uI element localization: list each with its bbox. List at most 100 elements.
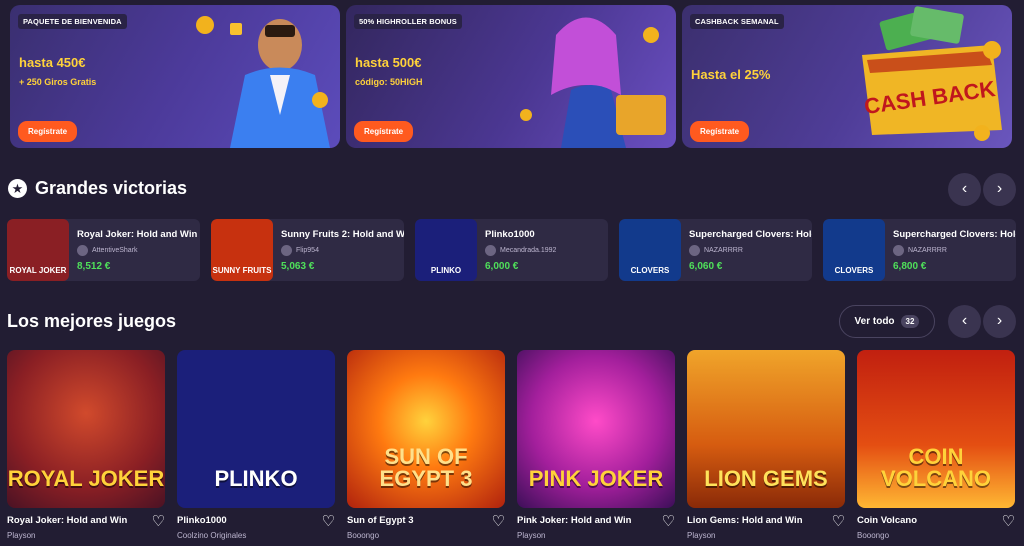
game-text: Sun of Egypt 3 Booongo [347, 515, 414, 540]
top-games-list: ROYAL JOKER Royal Joker: Hold and Win Play… [7, 350, 1015, 540]
game-title[interactable]: Lion Gems: Hold and Win [687, 515, 803, 526]
game-title[interactable]: Pink Joker: Hold and Win [517, 515, 631, 526]
favorite-heart-icon[interactable]: ♡ [662, 514, 675, 529]
game-art-title: ROYAL JOKER [7, 466, 165, 491]
win-amount: 6,060 € [689, 260, 723, 272]
game-provider: Coolzino Originales [177, 531, 247, 540]
game-provider: Playson [687, 531, 716, 540]
game-card[interactable]: LION GEMS Lion Gems: Hold and Win Playson ♡ [687, 350, 845, 540]
game-card[interactable]: PINK JOKER Pink Joker: Hold and Win Playso… [517, 350, 675, 540]
banner-subtext: + 250 Giros Gratis [19, 77, 97, 87]
top-games-heading: Los mejores juegos [7, 311, 176, 332]
favorite-heart-icon[interactable]: ♡ [322, 514, 335, 529]
game-thumbnail[interactable]: SUNNY FRUITS [211, 219, 273, 281]
game-card[interactable]: COIN VOLCANO Coin Volcano Booongo ♡ [857, 350, 1015, 540]
register-button[interactable]: Regístrate [18, 121, 78, 142]
big-wins-title: Grandes victorias [35, 178, 188, 198]
big-win-card[interactable]: SUNNY FRUITS Sunny Fruits 2: Hold and Win… [211, 219, 404, 281]
user-avatar-icon [689, 244, 700, 256]
user-avatar-icon [77, 244, 88, 256]
game-provider: Booongo [347, 531, 380, 540]
game-provider: Playson [7, 531, 36, 540]
win-user: NAZARRRR [893, 244, 1016, 256]
banner-subtext: código: 50HIGH [355, 77, 423, 87]
banner-tag: PAQUETE DE BIENVENIDA [18, 14, 127, 29]
win-user: AttentiveShark [77, 244, 197, 256]
banner-character-illustration [520, 17, 666, 148]
game-text: Coin Volcano Booongo [857, 515, 917, 540]
game-meta: Lion Gems: Hold and Win Playson ♡ [687, 514, 845, 540]
big-win-card[interactable]: PLINKO Plinko1000 Mecandrada.1992 6,000 € [415, 219, 608, 281]
wins-next-button[interactable]: › [983, 173, 1016, 206]
games-next-button[interactable]: › [983, 305, 1016, 338]
user-avatar-icon [893, 244, 904, 256]
promo-banner-highroller[interactable]: 50% HIGHROLLER BONUS hasta 500€ código: … [346, 5, 676, 148]
game-thumbnail[interactable]: CLOVERS [823, 219, 885, 281]
game-art-title: LION GEMS [704, 466, 828, 491]
game-thumbnail[interactable]: PLINKO [177, 350, 335, 508]
game-art-title: PINK JOKER [528, 466, 664, 491]
promo-banner-cashback[interactable]: CASHBACK SEMANAL Hasta el 25% Regístrate… [682, 5, 1012, 148]
game-thumbnail[interactable]: SUN OF EGYPT 3 [347, 350, 505, 508]
game-art-title: SUN OF EGYPT 3 [379, 444, 473, 491]
banner-character-illustration [196, 16, 330, 148]
game-card[interactable]: PLINKO Plinko1000 Coolzino Originales ♡ [177, 350, 335, 540]
game-meta: Sun of Egypt 3 Booongo ♡ [347, 514, 505, 540]
win-username: NAZARRRR [704, 246, 743, 254]
game-meta: Coin Volcano Booongo ♡ [857, 514, 1015, 540]
game-text: Royal Joker: Hold and Win Playson [7, 515, 127, 540]
win-amount: 8,512 € [77, 260, 111, 272]
see-all-label: Ver todo [854, 316, 895, 327]
banner-headline: hasta 450€ [19, 55, 86, 70]
register-button[interactable]: Regístrate [690, 121, 750, 142]
game-art-title: COIN VOLCANO [881, 444, 991, 491]
promo-banner-welcome[interactable]: PAQUETE DE BIENVENIDA hasta 450€ + 250 G… [10, 5, 340, 148]
cashback-wallet-illustration: CASH BACK [862, 6, 1002, 141]
win-game-title[interactable]: Sunny Fruits 2: Hold and Win [281, 229, 404, 240]
win-game-title[interactable]: Supercharged Clovers: Hold and Win [893, 229, 1016, 240]
banner-tag: CASHBACK SEMANAL [690, 14, 784, 29]
game-text: Plinko1000 Coolzino Originales [177, 515, 246, 540]
user-avatar-icon [485, 244, 496, 256]
big-win-card[interactable]: CLOVERS Supercharged Clovers: Hold and Wi… [619, 219, 812, 281]
win-amount: 6,800 € [893, 260, 927, 272]
favorite-heart-icon[interactable]: ♡ [1002, 514, 1015, 529]
win-game-title[interactable]: Plinko1000 [485, 229, 556, 240]
game-meta: Royal Joker: Hold and Win Playson ♡ [7, 514, 165, 540]
thumbnail-label: PLINKO [430, 266, 462, 275]
game-title[interactable]: Coin Volcano [857, 515, 917, 526]
game-title[interactable]: Sun of Egypt 3 [347, 515, 414, 526]
star-icon: ★ [8, 179, 27, 198]
game-thumbnail[interactable]: COIN VOLCANO [857, 350, 1015, 508]
see-all-button[interactable]: Ver todo 32 [839, 305, 935, 338]
win-info: Sunny Fruits 2: Hold and Win Flip954 5,063… [281, 229, 404, 272]
game-thumbnail[interactable]: LION GEMS [687, 350, 845, 508]
game-thumbnail[interactable]: CLOVERS [619, 219, 681, 281]
win-game-title[interactable]: Royal Joker: Hold and Win [77, 229, 197, 240]
favorite-heart-icon[interactable]: ♡ [492, 514, 505, 529]
favorite-heart-icon[interactable]: ♡ [152, 514, 165, 529]
games-prev-button[interactable]: ‹ [948, 305, 981, 338]
register-button[interactable]: Regístrate [354, 121, 414, 142]
win-username: Mecandrada.1992 [500, 246, 557, 254]
win-amount: 5,063 € [281, 260, 315, 272]
win-username: Flip954 [296, 246, 319, 254]
game-thumbnail[interactable]: PLINKO [415, 219, 477, 281]
game-art-title: PLINKO [214, 466, 298, 491]
game-thumbnail[interactable]: ROYAL JOKER [7, 219, 69, 281]
game-card[interactable]: ROYAL JOKER Royal Joker: Hold and Win Play… [7, 350, 165, 540]
wins-prev-button[interactable]: ‹ [948, 173, 981, 206]
favorite-heart-icon[interactable]: ♡ [832, 514, 845, 529]
banner-tag: 50% HIGHROLLER BONUS [354, 14, 462, 29]
win-info: Supercharged Clovers: Hold and Win NAZARR… [689, 229, 812, 272]
win-game-title[interactable]: Supercharged Clovers: Hold and Win [689, 229, 812, 240]
promo-banners: PAQUETE DE BIENVENIDA hasta 450€ + 250 G… [10, 5, 1012, 148]
game-thumbnail[interactable]: PINK JOKER [517, 350, 675, 508]
game-title[interactable]: Plinko1000 [177, 515, 246, 526]
game-thumbnail[interactable]: ROYAL JOKER [7, 350, 165, 508]
game-card[interactable]: SUN OF EGYPT 3 Sun of Egypt 3 Booongo ♡ [347, 350, 505, 540]
game-title[interactable]: Royal Joker: Hold and Win [7, 515, 127, 526]
thumbnail-label: ROYAL JOKER [9, 266, 67, 275]
big-win-card[interactable]: ROYAL JOKER Royal Joker: Hold and Win Atte… [7, 219, 200, 281]
big-win-card[interactable]: CLOVERS Supercharged Clovers: Hold and Wi… [823, 219, 1016, 281]
